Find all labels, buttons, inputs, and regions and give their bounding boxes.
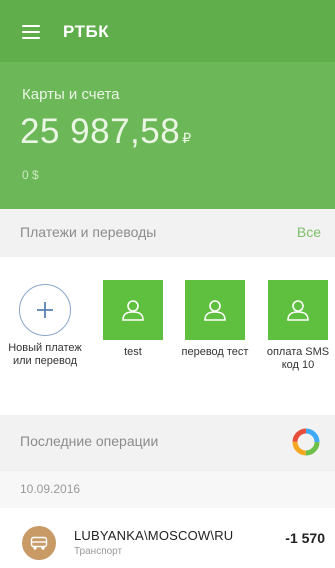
- all-payments-link[interactable]: Все: [297, 224, 321, 240]
- balance-main: 25 987,58: [20, 112, 181, 151]
- accounts-label: Карты и счета: [22, 86, 120, 103]
- recent-operations-header: Последние операции: [0, 415, 335, 470]
- accounts-header[interactable]: РТБК Карты и счета 25 987,58 ₽ 0 $: [0, 0, 335, 209]
- operation-row[interactable]: LUBYANKA\MOSCOW\RU Транспорт -1 570: [0, 508, 335, 568]
- currency-symbol: ₽: [182, 130, 192, 146]
- new-payment-button[interactable]: Новый платеж или перевод: [5, 280, 85, 368]
- user-icon: [185, 280, 245, 340]
- top-app-bar: РТБК: [0, 0, 335, 62]
- new-payment-label: Новый платеж или перевод: [8, 342, 82, 367]
- plus-icon: [19, 284, 71, 336]
- payment-template-label: test: [124, 346, 142, 358]
- payments-carousel[interactable]: Новый платеж или перевод test перевод те…: [0, 260, 335, 410]
- recent-operations-label: Последние операции: [20, 433, 159, 449]
- hamburger-menu-icon[interactable]: [22, 25, 40, 40]
- user-icon: [268, 280, 328, 340]
- operations-date: 10.09.2016: [20, 482, 81, 496]
- donut-chart-icon[interactable]: [291, 427, 321, 457]
- payments-section-header: Платежи и переводы Все: [0, 209, 335, 257]
- payment-template-test[interactable]: test: [93, 280, 173, 359]
- transport-icon: [22, 526, 56, 560]
- payment-template-label: перевод тест: [181, 346, 249, 358]
- operation-merchant: LUBYANKA\MOSCOW\RU: [74, 528, 234, 543]
- user-icon: [103, 280, 163, 340]
- payment-template-sms[interactable]: оплата SMS код 10: [258, 280, 335, 372]
- operation-amount: -1 570: [285, 530, 325, 546]
- payment-template-label: оплата SMS код 10: [266, 346, 330, 371]
- payment-template-perevod-test[interactable]: перевод тест: [175, 280, 255, 359]
- payments-section-label: Платежи и переводы: [20, 224, 157, 240]
- operation-category: Транспорт: [74, 546, 123, 557]
- app-title: РТБК: [63, 22, 110, 41]
- balance-amount[interactable]: 25 987,58 ₽: [20, 112, 192, 152]
- balance-usd: 0 $: [22, 168, 39, 182]
- operations-date-header: 10.09.2016: [0, 470, 335, 508]
